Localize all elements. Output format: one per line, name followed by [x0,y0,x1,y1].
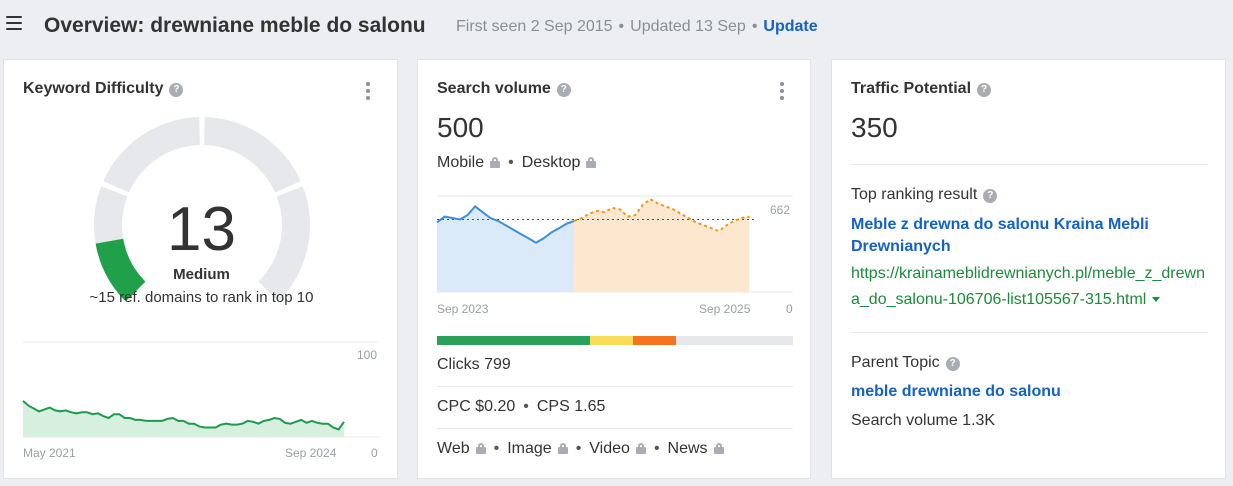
kd-axis-start: May 2021 [23,446,76,460]
distribution-segment [632,336,676,345]
traffic-potential-value: 350 [851,112,898,143]
gauge-segment [103,117,200,193]
gauge-segment [204,117,301,193]
kd-note: ~15 ref. domains to rank in top 10 [89,289,314,306]
kd-level: Medium [173,266,230,283]
lock-icon [635,443,646,454]
updated-date: Updated 13 Sep [630,18,746,35]
top-result-title-link[interactable]: Meble z drewna do salonu Kraina Mebli Dr… [851,214,1211,258]
kd-axis-max: 100 [357,348,378,362]
page-meta: First seen 2 Sep 2015 • Updated 13 Sep • Upd… [456,18,818,35]
kd-value: 13 [167,195,236,264]
kd-trend-line [22,400,345,431]
serp-types: Web • Image • Video • News [437,440,724,458]
kd-axis-end: Sep 2024 [285,446,337,460]
hamburger-icon[interactable] [6,16,22,30]
lock-icon [557,443,568,454]
top-bar: Overview: drewniane meble do salonu Firs… [0,0,1233,54]
caret-down-icon[interactable] [1152,297,1161,302]
serp-type-video: Video [589,440,630,457]
question-circle-icon[interactable]: ? [945,357,960,371]
distribution-segment [675,336,793,345]
kd-axis-min: 0 [371,446,378,460]
first-seen: First seen 2 Sep 2015 [456,18,613,35]
search-volume-chart [436,195,793,293]
cps: CPS 1.65 [536,398,606,415]
search-volume-card: Search volume? 500 Mobile • Desktop 662 Se… [417,59,811,479]
cpc: CPC $0.20 [437,398,516,415]
kd-trend-area [23,400,344,437]
parent-topic-label: Parent Topic? [851,354,960,372]
distribution-segment [437,336,591,345]
question-circle-icon[interactable]: ? [977,83,992,97]
question-circle-icon[interactable]: ? [983,189,998,203]
top-result-label: Top ranking result? [851,186,998,204]
parent-topic-link[interactable]: meble drewniane do salonu [851,381,1211,403]
cpc-cps: CPC $0.20 • CPS 1.65 [437,398,606,415]
top-result-url[interactable]: https://krainameblidrewnianych.pl/meble_… [851,261,1211,313]
traffic-potential-card: Traffic Potential? 350 Top ranking resul… [831,59,1226,479]
keyword-difficulty-card: Keyword Difficulty? 13 Medium ~15 ref. d… [3,59,398,479]
lock-icon [475,443,486,454]
position-distribution-bar [437,336,793,345]
sv-axis-min: 0 [786,302,793,316]
sv-axis-max: 662 [770,203,791,217]
page-title: Overview: drewniane meble do salonu [44,14,426,37]
lock-icon [713,443,724,454]
serp-type-news: News [667,440,708,457]
parent-topic-volume: Search volume 1.3K [851,412,996,429]
card-title-tp: Traffic Potential? [851,80,992,98]
serp-type-image: Image [507,440,552,457]
sv-axis-end: Sep 2025 [699,302,751,316]
serp-type-web: Web [437,440,470,457]
update-link[interactable]: Update [763,18,817,35]
forecast-area [574,199,750,292]
sv-axis-start: Sep 2023 [437,302,489,316]
distribution-segment [590,336,633,345]
clicks: Clicks 799 [437,356,511,373]
